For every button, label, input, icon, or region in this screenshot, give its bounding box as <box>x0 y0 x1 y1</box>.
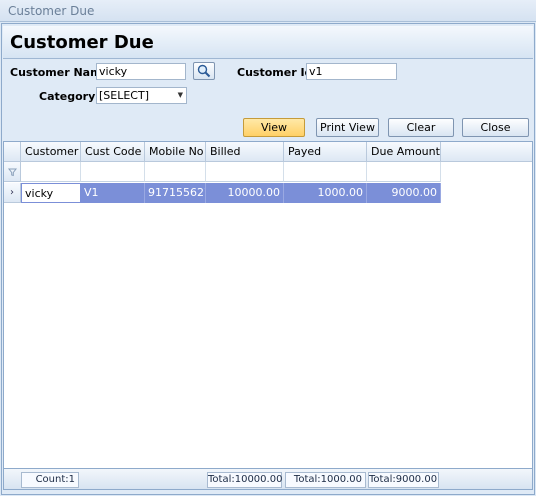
column-header-cust-code[interactable]: Cust Code <box>81 142 145 162</box>
column-header-payed-amount[interactable]: Payed Amount <box>284 142 367 178</box>
column-header-customer[interactable]: Customer <box>21 142 81 162</box>
column-header-billed-amount[interactable]: Billed Amount <box>206 142 284 178</box>
column-header-due-amount[interactable]: Due Amount <box>367 142 441 162</box>
category-label: Category <box>39 90 96 103</box>
print-view-button[interactable]: Print View <box>316 118 379 137</box>
filter-cell-payed-amount[interactable] <box>284 162 367 182</box>
search-icon <box>197 64 211 78</box>
table-row-cell-payed-amount[interactable]: 1000.00 <box>284 183 367 203</box>
row-indicator[interactable]: › <box>4 183 21 203</box>
filter-row-indicator <box>4 162 21 182</box>
filter-cell-customer[interactable] <box>21 162 81 182</box>
filter-icon <box>7 168 18 177</box>
clear-button[interactable]: Clear <box>388 118 454 137</box>
column-header-mobile-no[interactable]: Mobile No <box>145 142 206 162</box>
table-row-cell-customer[interactable]: vicky <box>21 183 81 203</box>
view-button[interactable]: View <box>243 118 305 137</box>
search-button[interactable] <box>193 62 215 80</box>
customer-name-input[interactable]: vicky <box>96 63 186 80</box>
table-row-cell-billed-amount[interactable]: 10000.00 <box>206 183 284 203</box>
footer-total-payed: Total:1000.00 <box>285 472 366 488</box>
category-selected-value: [SELECT] <box>99 89 149 102</box>
close-button[interactable]: Close <box>462 118 529 137</box>
customer-name-label: Customer Name <box>10 66 109 79</box>
footer-count: Count:1 <box>21 472 79 488</box>
filter-cell-cust-code[interactable] <box>81 162 145 182</box>
chevron-right-icon: › <box>10 187 14 198</box>
due-grid[interactable]: Customer Cust Code Mobile No Billed Amou… <box>3 141 533 490</box>
footer-total-billed: Total:10000.00 <box>207 472 282 488</box>
table-row-cell-cust-code[interactable]: V1 <box>81 183 145 203</box>
filter-cell-mobile-no[interactable] <box>145 162 206 182</box>
customer-id-input[interactable]: v1 <box>306 63 397 80</box>
page-title: Customer Due <box>3 26 533 59</box>
filter-cell-due-amount[interactable] <box>367 162 441 182</box>
table-row-cell-due-amount[interactable]: 9000.00 <box>367 183 441 203</box>
chevron-down-icon: ▼ <box>177 91 183 99</box>
filter-cell-billed-amount[interactable] <box>206 162 284 182</box>
column-header-empty <box>441 142 532 162</box>
window-title: Customer Due <box>0 0 536 22</box>
table-row-cell-mobile-no[interactable]: 9171556275 <box>145 183 206 203</box>
grid-corner <box>4 142 21 162</box>
category-select[interactable]: [SELECT] ▼ <box>96 87 187 104</box>
customer-id-label: Customer Id <box>237 66 313 79</box>
footer-total-due: Total:9000.00 <box>368 472 439 488</box>
